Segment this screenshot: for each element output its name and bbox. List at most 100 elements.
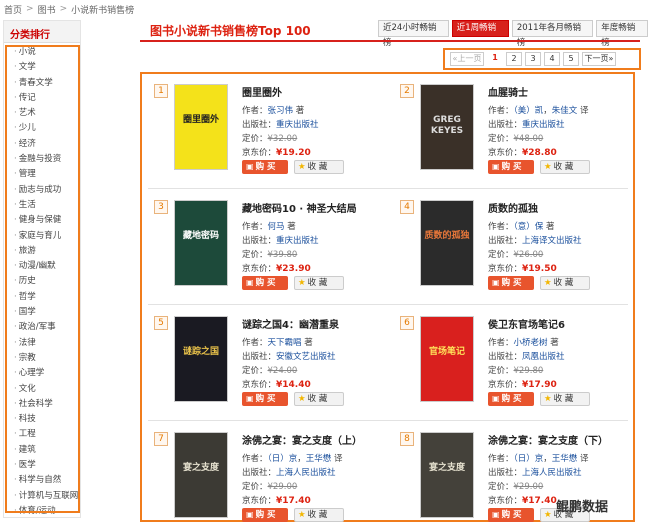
author-link[interactable]: 张习伟: [268, 106, 294, 116]
cover-title-text: 谜踪之国: [182, 347, 219, 357]
list-price: ¥26.00: [513, 250, 544, 260]
author-line: 作者：何马 著: [242, 220, 296, 232]
buy-button[interactable]: 购 买: [488, 508, 534, 522]
buy-button[interactable]: 购 买: [488, 392, 534, 406]
publisher-line: 出版社：上海人民出版社: [242, 466, 336, 478]
book-cover-image[interactable]: 圈里圈外: [174, 84, 228, 170]
cover-title-text: GREG KEYES: [430, 115, 464, 136]
buy-button[interactable]: 购 买: [488, 276, 534, 290]
breadcrumb-home[interactable]: 首页: [4, 3, 22, 16]
book-cover-image[interactable]: 质数的孤独: [420, 200, 474, 286]
publisher-link[interactable]: 安徽文艺出版社: [276, 352, 336, 362]
publisher-link[interactable]: 重庆出版社: [276, 120, 319, 130]
breadcrumb-separator: >: [59, 4, 68, 14]
jd-price: ¥19.20: [276, 148, 311, 158]
book-item: 2 GREG KEYES 血腥骑士 作者：（美）凯，朱佳文 译出版社：重庆出版社 定价：…: [392, 76, 632, 190]
page-number-link[interactable]: 2: [506, 52, 522, 66]
book-item: 5 谜踪之国 谜踪之国4：幽潜重泉 作者：天下霸唱 著出版社：安徽文艺出版社 定价：¥2…: [146, 308, 386, 422]
book-cover-image[interactable]: 谜踪之国: [174, 316, 228, 402]
breadcrumb-separator: >: [26, 4, 34, 14]
page-number-link[interactable]: 4: [544, 52, 560, 66]
buy-button[interactable]: 购 买: [242, 392, 288, 406]
book-cover-image[interactable]: 宴之支度: [174, 432, 228, 518]
publisher-link[interactable]: 上海译文出版社: [522, 236, 582, 246]
book-title-link[interactable]: 圈里圈外: [242, 84, 282, 99]
publisher-link[interactable]: 重庆出版社: [522, 120, 565, 130]
tab-ranking[interactable]: 年度畅销榜: [596, 20, 648, 48]
publisher-link[interactable]: 重庆出版社: [276, 236, 319, 246]
translator-link[interactable]: 王华懋: [306, 454, 332, 464]
translator-link[interactable]: 王华懋: [552, 454, 578, 464]
rank-badge: 7: [154, 432, 168, 446]
jd-price-line: 京东价：¥28.80: [488, 146, 557, 158]
book-title-link[interactable]: 谜踪之国4：幽潜重泉: [242, 316, 339, 331]
book-title-link[interactable]: 血腥骑士: [488, 84, 528, 99]
publisher-link[interactable]: 上海人民出版社: [276, 468, 336, 478]
book-title-link[interactable]: 涂佛之宴：宴之支度（下）: [488, 432, 608, 447]
favorite-button[interactable]: 收 藏: [540, 160, 590, 174]
jd-price: ¥17.90: [522, 380, 557, 390]
book-title-link[interactable]: 侯卫东官场笔记6: [488, 316, 565, 331]
jd-price-label: 京东价：: [242, 148, 277, 158]
favorite-button[interactable]: 收 藏: [294, 508, 344, 522]
breadcrumb-books[interactable]: 图书: [38, 3, 56, 16]
book-cover-image[interactable]: GREG KEYES: [420, 84, 474, 170]
tab-ranking[interactable]: 近24小时畅销榜: [378, 20, 449, 48]
jd-price-label: 京东价：: [488, 148, 523, 158]
favorite-button[interactable]: 收 藏: [294, 392, 344, 406]
book-cover-image[interactable]: 宴之支度: [420, 432, 474, 518]
buy-button[interactable]: 购 买: [242, 508, 288, 522]
book-title-link[interactable]: 藏地密码10 · 神圣大结局: [242, 200, 357, 215]
author-role: 著: [295, 106, 305, 116]
page-number-link[interactable]: 3: [525, 52, 541, 66]
translator-link[interactable]: 朱佳文: [552, 106, 578, 116]
author-link[interactable]: 天下霸唱: [268, 338, 302, 348]
list-price-label: 定价：: [488, 250, 514, 260]
publisher-line: 出版社：重庆出版社: [488, 118, 565, 130]
publisher-label: 出版社：: [242, 468, 277, 478]
favorite-button[interactable]: 收 藏: [540, 276, 590, 290]
buy-button[interactable]: 购 买: [488, 160, 534, 174]
author-link[interactable]: （日）京: [268, 454, 298, 464]
list-price: ¥39.80: [267, 250, 298, 260]
title-rule: [140, 40, 640, 42]
list-price-label: 定价：: [242, 134, 268, 144]
author-label: 作者：: [242, 222, 268, 232]
author-role: 译: [580, 106, 589, 116]
author-line: 作者：小桥老树 著: [488, 336, 559, 348]
favorite-button[interactable]: 收 藏: [294, 160, 344, 174]
publisher-link[interactable]: 上海人民出版社: [522, 468, 582, 478]
page-number-link[interactable]: 5: [563, 52, 579, 66]
publisher-label: 出版社：: [488, 236, 523, 246]
prev-page-button[interactable]: «上一页: [450, 52, 484, 66]
page-number-link[interactable]: 1: [487, 52, 503, 66]
author-label: 作者：: [488, 454, 514, 464]
author-link[interactable]: 小桥老树: [514, 338, 548, 348]
buy-button[interactable]: 购 买: [242, 160, 288, 174]
author-link[interactable]: （意）保: [514, 222, 544, 232]
author-link[interactable]: （日）京: [514, 454, 544, 464]
book-cover-image[interactable]: 藏地密码: [174, 200, 228, 286]
author-link[interactable]: （美）凯: [514, 106, 544, 116]
next-page-button[interactable]: 下一页»: [582, 52, 616, 66]
jd-price: ¥14.40: [276, 380, 311, 390]
favorite-button[interactable]: 收 藏: [540, 392, 590, 406]
buy-button[interactable]: 购 买: [242, 276, 288, 290]
book-cover-image[interactable]: 官场笔记: [420, 316, 474, 402]
author-line: 作者：（日）京，王华懋 译: [242, 454, 343, 464]
book-item: 3 藏地密码 藏地密码10 · 神圣大结局 作者：何马 著出版社：重庆出版社 定价：¥3…: [146, 192, 386, 306]
book-title-link[interactable]: 质数的孤独: [488, 200, 538, 215]
tab-ranking[interactable]: 近1周畅销榜: [451, 20, 509, 48]
publisher-link[interactable]: 凤凰出版社: [522, 352, 565, 362]
jd-price-line: 京东价：¥19.50: [488, 262, 557, 274]
jd-price: ¥23.90: [276, 264, 311, 274]
publisher-line: 出版社：安徽文艺出版社: [242, 350, 336, 362]
author-link[interactable]: 何马: [268, 222, 285, 232]
favorite-button[interactable]: 收 藏: [294, 276, 344, 290]
cover-title-text: 藏地密码: [182, 231, 219, 241]
list-price-line: 定价：¥32.00: [242, 132, 297, 144]
book-item: 6 官场笔记 侯卫东官场笔记6 作者：小桥老树 著出版社：凤凰出版社 定价：¥29.80…: [392, 308, 632, 422]
cover-title-text: 圈里圈外: [182, 115, 219, 125]
tab-ranking[interactable]: 2011年各月畅销榜: [511, 20, 594, 48]
book-title-link[interactable]: 涂佛之宴：宴之支度（上）: [242, 432, 362, 447]
